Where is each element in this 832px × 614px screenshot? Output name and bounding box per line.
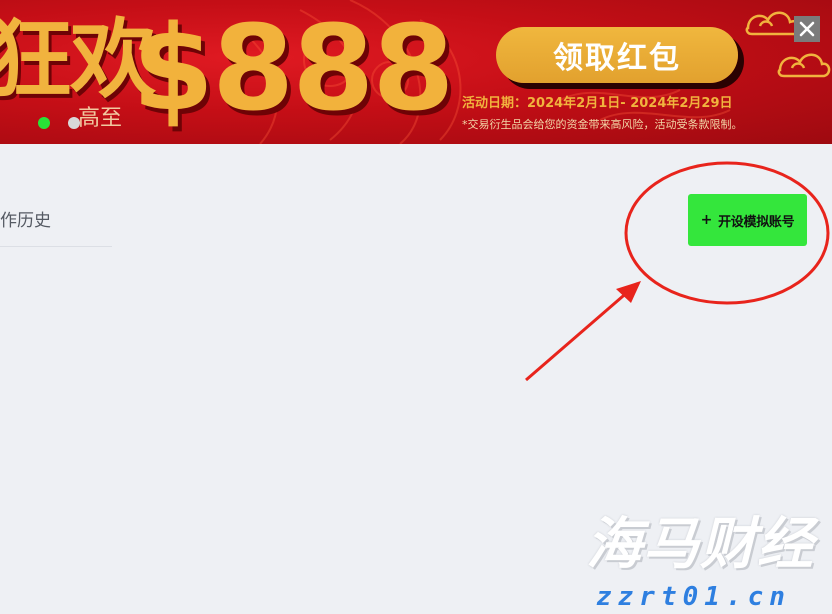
close-icon [799, 21, 815, 37]
open-demo-account-label: 开设模拟账号 [718, 214, 795, 230]
open-demo-account-button[interactable]: + 开设模拟账号 [688, 194, 807, 246]
tab-operation-history[interactable]: 作历史 [0, 206, 51, 232]
promo-banner[interactable]: 狂欢 $888 高至 领取红包 活动日期：2024年2月1日- 2024年2月2… [0, 0, 832, 144]
watermark-url: zzrt01.cn [596, 582, 791, 612]
watermark-title: 海马财经 [586, 512, 814, 577]
carousel-dot-inactive[interactable] [68, 117, 80, 129]
annotation-arrowhead [616, 281, 641, 303]
claim-red-packet-button[interactable]: 领取红包 [496, 27, 738, 83]
plus-icon: + [700, 212, 713, 228]
promo-date: 活动日期：2024年2月1日- 2024年2月29日 [462, 96, 733, 111]
close-banner-button[interactable] [794, 16, 820, 42]
amount-prefix: 高至 [78, 106, 123, 131]
tab-divider [0, 246, 112, 247]
banner-headline: 狂欢 [0, 10, 156, 110]
bonus-amount: $888 [132, 0, 454, 137]
risk-disclaimer: *交易衍生品会给您的资金带来高风险，活动受条款限制。 [462, 118, 743, 131]
annotation-arrow-shaft [525, 288, 631, 382]
carousel-dot-active[interactable] [38, 117, 50, 129]
